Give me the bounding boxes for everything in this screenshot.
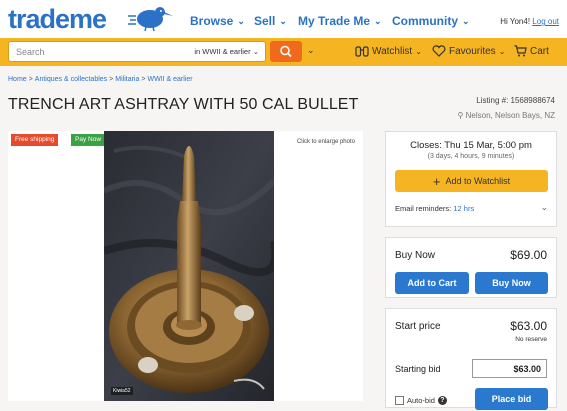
nav-label: My Trade Me	[298, 14, 371, 28]
chevron-down-icon: ⌄	[279, 15, 287, 26]
location-pin-icon: ⚲	[457, 111, 464, 120]
auction-panel: Start price $63.00 No reserve Starting b…	[385, 308, 557, 410]
buy-now-label: Buy Now	[395, 250, 436, 261]
add-to-cart-button[interactable]: Add to Cart	[395, 272, 469, 294]
nav-label: Browse	[190, 14, 234, 28]
kiwi-logo-icon	[128, 7, 173, 32]
greeting: Hi Yon4!	[500, 17, 531, 26]
photo-card: Free shipping Pay Now Click to enlarge p…	[8, 131, 363, 401]
chevron-down-icon: ⌄	[498, 46, 506, 56]
buy-now-button[interactable]: Buy Now	[475, 272, 548, 294]
place-bid-button[interactable]: Place bid	[475, 388, 548, 410]
start-price-label: Start price	[395, 321, 441, 332]
listing-title: TRENCH ART ASHTRAY WITH 50 CAL BULLET	[8, 96, 359, 113]
free-shipping-badge: Free shipping	[11, 134, 59, 146]
closing-time: Closes: Thu 15 Mar, 5:00 pm	[410, 140, 532, 151]
start-price-value: $63.00	[510, 319, 547, 333]
listing-number: Listing #: 1568988674	[476, 96, 555, 105]
plus-icon: +	[432, 173, 441, 189]
heart-icon	[432, 45, 446, 57]
chevron-down-icon: ⌄	[462, 15, 470, 26]
logout-link[interactable]: Log out	[532, 17, 559, 26]
nav-label: Sell	[254, 14, 276, 28]
top-bar: trademe Browse ⌄ Sell ⌄ My Trade Me ⌄ Commu…	[0, 0, 567, 38]
bid-amount-input[interactable]: $63.00	[472, 359, 547, 378]
chevron-down-icon: ⌄	[237, 15, 245, 26]
watchlist-label: Watchlist	[372, 45, 413, 57]
breadcrumb-wwii[interactable]: WWII & earlier	[147, 76, 192, 83]
trademe-logo[interactable]: trademe	[8, 4, 107, 35]
chevron-down-icon: ⌄	[415, 46, 422, 56]
favourites-label: Favourites	[449, 45, 496, 57]
help-icon[interactable]: ?	[437, 396, 447, 405]
nav-sell[interactable]: Sell ⌄	[254, 14, 287, 28]
add-to-watchlist-label: Add to Watchlist	[445, 176, 511, 186]
search-scope-label: in WWII & earlier	[194, 47, 251, 56]
enlarge-photo-link[interactable]: Click to enlarge photo	[297, 139, 355, 145]
search-icon	[280, 45, 292, 58]
email-reminders-select[interactable]: 12 hrs	[453, 204, 474, 213]
user-links: Hi Yon4! Log out	[500, 17, 559, 26]
photo-watermark: Kiwia52	[111, 387, 133, 395]
breadcrumb-home[interactable]: Home	[8, 76, 27, 83]
location-text: Nelson, Nelson Bays, NZ	[465, 111, 555, 120]
chevron-down-icon: ⌄	[374, 15, 382, 26]
cart-icon	[514, 45, 527, 57]
cart-label: Cart	[530, 45, 549, 57]
chevron-down-icon[interactable]: ⌄	[540, 202, 548, 213]
auto-bid-option: Auto-bid ?	[395, 396, 447, 405]
time-remaining: (3 days, 4 hours, 9 minutes)	[427, 153, 515, 160]
auto-bid-label: Auto-bid	[407, 396, 435, 405]
buy-now-panel: Buy Now $69.00 Add to Cart Buy Now	[385, 237, 557, 298]
breadcrumb-antiques[interactable]: Antiques & collectables	[35, 76, 107, 83]
buy-now-price: $69.00	[510, 248, 547, 262]
email-reminders: Email reminders: 12 hrs	[395, 204, 474, 213]
product-photo[interactable]	[104, 131, 274, 401]
cart-link[interactable]: Cart	[514, 45, 549, 57]
add-to-watchlist-button[interactable]: + Add to Watchlist	[395, 170, 548, 192]
nav-community[interactable]: Community ⌄	[392, 14, 470, 28]
search-button[interactable]	[270, 41, 302, 62]
nav-browse[interactable]: Browse ⌄	[190, 14, 245, 28]
search-placeholder: Search	[16, 47, 45, 57]
breadcrumb-separator: >	[28, 76, 33, 83]
search-bar: Search in WWII & earlier ⌄ ⌄ Watchlist ⌄…	[0, 38, 567, 66]
breadcrumb-separator: >	[141, 76, 146, 83]
reserve-status: No reserve	[515, 336, 547, 343]
search-scope-select[interactable]: in WWII & earlier ⌄	[194, 47, 259, 56]
email-reminders-label: Email reminders:	[395, 204, 452, 213]
watchlist-link[interactable]: Watchlist ⌄	[355, 45, 422, 57]
nav-label: Community	[392, 14, 458, 28]
binoculars-icon	[355, 46, 369, 57]
search-input[interactable]: Search in WWII & earlier ⌄	[8, 41, 266, 62]
auto-bid-checkbox[interactable]	[395, 396, 404, 405]
starting-bid-label: Starting bid	[395, 364, 441, 374]
pay-now-badge: Pay Now	[71, 134, 106, 146]
search-options-chevron-icon[interactable]: ⌄	[307, 45, 315, 56]
breadcrumb: Home > Antiques & collectables > Militaria > W…	[8, 76, 193, 83]
chevron-down-icon: ⌄	[252, 47, 259, 56]
closing-panel: Closes: Thu 15 Mar, 5:00 pm (3 days, 4 h…	[385, 131, 557, 227]
breadcrumb-militaria[interactable]: Militaria	[115, 76, 139, 83]
listing-location: ⚲ Nelson, Nelson Bays, NZ	[458, 111, 555, 120]
nav-my-trade-me[interactable]: My Trade Me ⌄	[298, 14, 382, 28]
favourites-link[interactable]: Favourites ⌄	[432, 45, 505, 57]
breadcrumb-separator: >	[109, 76, 114, 83]
